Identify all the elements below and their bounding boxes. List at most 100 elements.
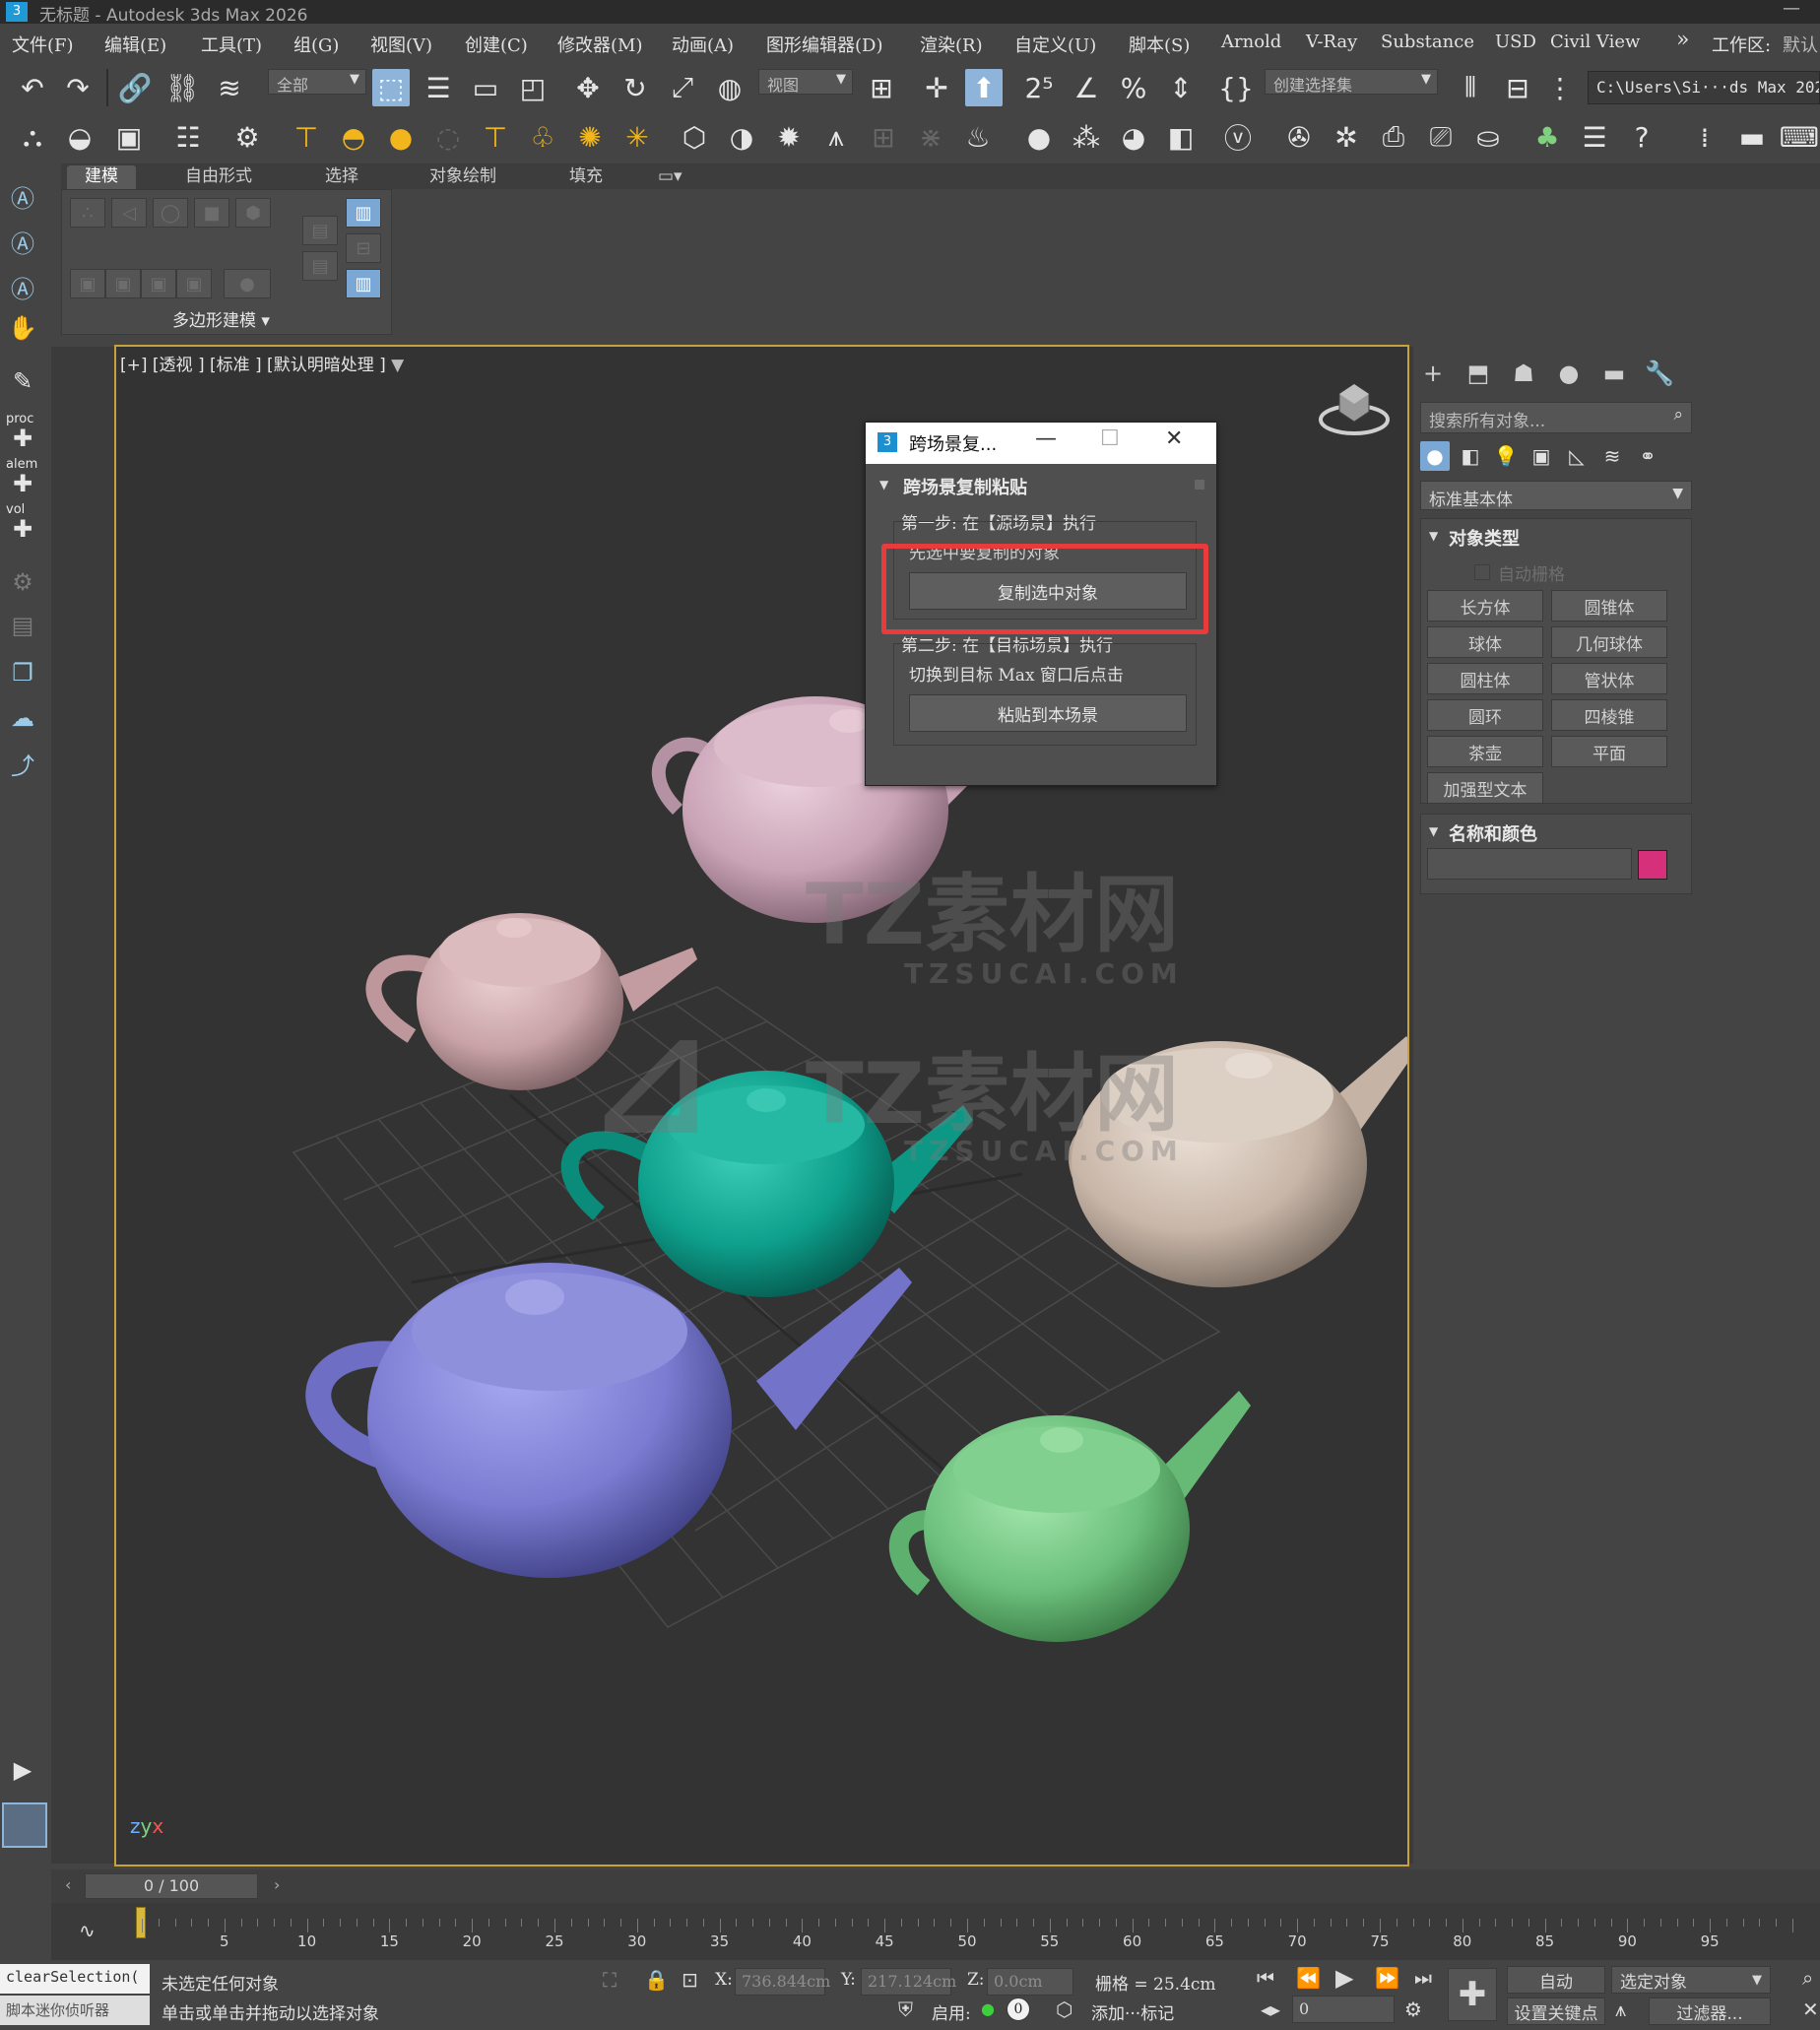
search-icon[interactable]: ⌕: [1673, 405, 1683, 425]
rollout-collapse-icon[interactable]: ▼: [1429, 529, 1438, 543]
polygon-modeling-dropdown[interactable]: 多边形建模 ▾: [172, 306, 270, 331]
track-bar[interactable]: ∿ 5 10 15 20 25 30 35 40 45 50 55 60 65 70 75 80 85 90 95: [51, 1903, 1820, 1960]
hierarchy-tab-icon[interactable]: ☗: [1507, 357, 1540, 390]
modify-tab-icon[interactable]: ⬒: [1462, 357, 1495, 390]
maxscript-listener-input[interactable]: clearSelection(: [0, 1964, 150, 1994]
modify-stack-icon[interactable]: ▣: [70, 269, 105, 298]
tree-view-icon[interactable]: ☁: [6, 701, 39, 735]
key-filters-button[interactable]: 过滤器...: [1649, 1997, 1771, 2025]
project-path-field[interactable]: C:\Users\Si···ds Max 2026: [1588, 71, 1820, 104]
reference-coordinate-dropdown[interactable]: 视图 ▼: [758, 69, 853, 95]
paint-icon[interactable]: ✎: [6, 364, 39, 398]
minimize-icon[interactable]: —: [1035, 426, 1057, 451]
time-config-icon[interactable]: ⚙: [1404, 1997, 1422, 2021]
move-icon[interactable]: ✥: [569, 69, 607, 106]
snaps-toggle-icon[interactable]: 2⁵: [1020, 69, 1058, 106]
show-end-result-icon[interactable]: ▣: [141, 269, 176, 298]
isolate-icon[interactable]: ⛶: [603, 1968, 617, 1992]
menu-substance[interactable]: Substance: [1381, 32, 1474, 52]
collapse-icon[interactable]: ▤: [302, 216, 338, 245]
go-to-end-icon[interactable]: ⏭: [1414, 1966, 1432, 1990]
edge-icon[interactable]: ◁: [111, 198, 147, 228]
menu-scripting[interactable]: 脚本(S): [1129, 32, 1190, 57]
tab-populate[interactable]: 填充: [552, 165, 620, 189]
palette-icon[interactable]: ◕: [1115, 118, 1152, 156]
list-icon[interactable]: ☰: [1576, 118, 1613, 156]
help-icon[interactable]: ?: [1623, 118, 1660, 156]
textplus-button[interactable]: 加强型文本: [1427, 772, 1543, 804]
menu-civil-view[interactable]: Civil View: [1550, 32, 1640, 52]
next-key-icon[interactable]: ⏩: [1375, 1966, 1399, 1990]
pyramid-button[interactable]: 四棱锥: [1551, 699, 1667, 731]
multi-sphere-icon[interactable]: ⁂: [1068, 118, 1105, 156]
menu-graph-editors[interactable]: 图形编辑器(D): [766, 32, 882, 57]
lock-icon[interactable]: 🔒: [644, 1968, 669, 1992]
sky-icon[interactable]: ✳: [618, 118, 656, 156]
frame-step-icon[interactable]: ◂▸: [1261, 1997, 1280, 2021]
previous-frame-icon[interactable]: ‹: [65, 1875, 71, 1894]
frame-buffer-icon[interactable]: ◧: [1162, 118, 1200, 156]
pivot-center-icon[interactable]: ⊞: [863, 69, 900, 106]
window-crossing-icon[interactable]: ◰: [514, 69, 552, 106]
vertex-icon[interactable]: ∴: [70, 198, 105, 228]
tree-icon[interactable]: ♣: [1528, 118, 1566, 156]
link-icon[interactable]: 🔗: [116, 69, 154, 106]
vray-logo-icon[interactable]: ⓥ: [1219, 118, 1257, 156]
auto-key-button[interactable]: 自动: [1507, 1966, 1605, 1994]
x-coordinate-field[interactable]: 736.844cm: [735, 1968, 830, 1996]
geometry-icon[interactable]: ●: [1420, 441, 1450, 471]
select-by-name-icon[interactable]: ☰: [420, 69, 457, 106]
close-icon[interactable]: ✕: [1165, 426, 1183, 451]
unlink-icon[interactable]: ⛓: [163, 69, 201, 106]
grid-dots-icon[interactable]: ⁞: [1686, 118, 1723, 156]
spinner-snap-icon[interactable]: ⇕: [1162, 69, 1200, 106]
menu-file[interactable]: 文件(F): [12, 32, 74, 57]
teapot-button[interactable]: 茶壶: [1427, 736, 1543, 767]
viewport-layout-icon[interactable]: [2, 1802, 47, 1848]
named-selection-dropdown[interactable]: 创建选择集 ▼: [1265, 69, 1438, 95]
current-frame-marker[interactable]: [136, 1907, 146, 1938]
helpers-icon[interactable]: ◺: [1562, 441, 1592, 471]
pin-stack-icon[interactable]: ▣: [105, 269, 141, 298]
alem-add-icon[interactable]: ✚: [6, 467, 39, 500]
vol-add-icon[interactable]: ✚: [6, 512, 39, 546]
material-icon[interactable]: ◑: [723, 118, 760, 156]
display-tab-icon[interactable]: ▬: [1597, 357, 1631, 390]
preserve-uvs-icon[interactable]: ▤: [302, 251, 338, 281]
current-frame-field[interactable]: 0: [1292, 1996, 1395, 2023]
tab-object-paint[interactable]: 对象绘制: [412, 165, 514, 189]
motion-tab-icon[interactable]: ●: [1552, 357, 1586, 390]
absolute-mode-icon[interactable]: ⊡: [682, 1968, 698, 1992]
rollout-collapse-icon[interactable]: ▼: [1429, 824, 1438, 838]
angle-snap-icon[interactable]: ∠: [1068, 69, 1105, 106]
menu-rendering[interactable]: 渲染(R): [920, 32, 983, 57]
box-button[interactable]: 长方体: [1427, 590, 1543, 622]
graphite-toggle-icon[interactable]: ▥: [346, 198, 381, 228]
keyboard-icon[interactable]: ⌨: [1780, 118, 1819, 156]
gear-sphere-icon[interactable]: ✹: [770, 118, 808, 156]
keyboard-shortcut-override-icon[interactable]: ⬆: [965, 69, 1003, 106]
render-icon[interactable]: ✇: [1280, 118, 1318, 156]
open-icon[interactable]: ◒: [61, 118, 98, 156]
text-icon[interactable]: Ⓐ: [6, 179, 39, 213]
tab-selection[interactable]: 选择: [307, 165, 376, 189]
dialog-titlebar[interactable]: 3 跨场景复... — ☐ ✕: [866, 423, 1216, 464]
enable-value[interactable]: 0: [1007, 1997, 1030, 2021]
cylinder-button[interactable]: 圆柱体: [1427, 663, 1543, 694]
align-icon[interactable]: ⊟: [1499, 69, 1536, 106]
set-key-mode-icon[interactable]: ✚: [1448, 1968, 1497, 2021]
menu-views[interactable]: 视图(V): [370, 32, 432, 57]
cone-button[interactable]: 圆锥体: [1551, 590, 1667, 622]
geosphere-button[interactable]: 几何球体: [1551, 626, 1667, 658]
rotate-icon[interactable]: ↻: [617, 69, 654, 106]
edit-poly-mode-icon[interactable]: ▥: [346, 269, 381, 298]
menu-modifiers[interactable]: 修改器(M): [557, 32, 642, 57]
menu-animation[interactable]: 动画(A): [672, 32, 734, 57]
search-input[interactable]: 搜索所有对象... ⌕: [1420, 402, 1692, 433]
menu-vray[interactable]: V-Ray: [1306, 32, 1357, 52]
menu-group[interactable]: 组(G): [293, 32, 339, 57]
cube-icon[interactable]: ⬡: [676, 118, 713, 156]
element-icon[interactable]: ⬢: [235, 198, 271, 228]
undo-icon[interactable]: ↶: [14, 69, 51, 106]
key-filter-icon[interactable]: ⩚: [1615, 1997, 1626, 2021]
